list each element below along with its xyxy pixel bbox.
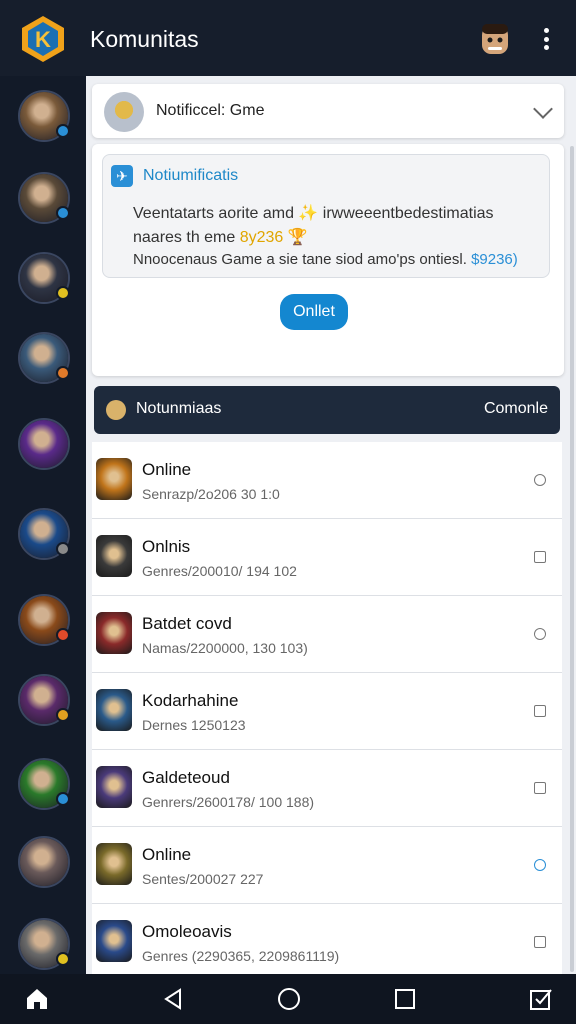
notification-card[interactable]: ✈ Notiumificatis Veentatarts aorite amd …: [102, 154, 550, 278]
trophy-icon: [104, 92, 144, 132]
game-thumbnail: [96, 612, 132, 654]
game-list-item[interactable]: Batdet covd Namas/2200000, 130 103): [92, 596, 562, 673]
online-button[interactable]: Onllet: [280, 294, 348, 330]
app-logo-icon[interactable]: K: [20, 14, 66, 64]
game-list-item[interactable]: Kodarhahine Dernes 1250123: [92, 673, 562, 750]
notification-line-3-highlight: $9236): [471, 251, 518, 268]
game-list-item[interactable]: Onlnis Genres/200010/ 194 102: [92, 519, 562, 596]
notification-line-2-highlight: 8y236 🏆: [239, 229, 308, 246]
back-icon[interactable]: [160, 986, 186, 1012]
game-title: Kodarhahine: [142, 691, 239, 710]
home-icon[interactable]: [24, 986, 50, 1012]
game-subtitle: Namas/2200000, 130 103): [142, 640, 308, 656]
community-sidebar: [0, 76, 86, 974]
status-badge: [56, 206, 70, 220]
game-thumbnail: [96, 689, 132, 731]
gunner-avatar[interactable]: [18, 172, 70, 224]
game-title: Omoleoavis: [142, 922, 232, 941]
game-subtitle: Sentes/200027 227: [142, 871, 264, 887]
status-badge: [56, 286, 70, 300]
mech-avatar[interactable]: [18, 918, 70, 970]
avatar-image: [20, 838, 68, 886]
status-badge: [56, 792, 70, 806]
notification-title: Notiumificatis: [143, 167, 239, 184]
avatar-image: [20, 420, 68, 468]
game-subtitle: Dernes 1250123: [142, 717, 246, 733]
game-subtitle: Genres (2290365, 2209861119): [142, 948, 340, 964]
game-action-search-icon[interactable]: [534, 474, 546, 486]
system-navigation-bar: [0, 974, 576, 1024]
game-subtitle: Genres/200010/ 194 102: [142, 563, 297, 579]
fire-warrior-avatar[interactable]: [18, 594, 70, 646]
main-content: Notificcel: Gme ✈ Notiumificatis Veentat…: [86, 76, 576, 974]
game-action-square-icon[interactable]: [534, 551, 546, 563]
status-badge: [56, 628, 70, 642]
svg-text:K: K: [35, 27, 51, 52]
circle-home-icon[interactable]: [276, 986, 302, 1012]
game-list-item[interactable]: Omoleoavis Genres (2290365, 2209861119): [92, 904, 562, 974]
emoji-face-icon: [106, 400, 126, 420]
armored-avatar[interactable]: [18, 836, 70, 888]
checkbox-icon[interactable]: [528, 986, 554, 1012]
game-action-square-icon[interactable]: [534, 936, 546, 948]
game-subtitle: Senrazp/2o206 30 1:0: [142, 486, 280, 502]
notification-line-2-text: naares th eme: [133, 229, 240, 246]
warrior-avatar[interactable]: [18, 90, 70, 142]
notification-dropdown[interactable]: Notificcel: Gme: [92, 84, 564, 138]
green-beast-avatar[interactable]: [18, 758, 70, 810]
game-title: Batdet covd: [142, 614, 232, 633]
notification-line-3-text: Nnoocenaus Game a sie tane siod amo'ps o…: [133, 251, 472, 268]
notification-panel: ✈ Notiumificatis Veentatarts aorite amd …: [92, 144, 564, 376]
game-thumbnail: [96, 535, 132, 577]
purple-flame-avatar[interactable]: [18, 418, 70, 470]
notification-line-2: naares th eme 8y236 🏆: [133, 227, 308, 247]
blue-ring-avatar[interactable]: [18, 508, 70, 560]
game-thumbnail: [96, 766, 132, 808]
section-header: Notunmiaas Comonle: [94, 386, 560, 434]
status-badge: [56, 542, 70, 556]
game-title: Galdeteoud: [142, 768, 230, 787]
section-title: Notunmiaas: [136, 400, 222, 417]
notification-line-3: Nnoocenaus Game a sie tane siod amo'ps o…: [133, 251, 518, 268]
dark-knight-avatar[interactable]: [18, 252, 70, 304]
game-list-item[interactable]: Online Sentes/200027 227: [92, 827, 562, 904]
game-action-square-icon[interactable]: [534, 705, 546, 717]
overflow-menu-icon[interactable]: [538, 24, 554, 54]
game-title: Online: [142, 845, 192, 864]
top-app-bar: K Komunitas: [0, 0, 576, 76]
game-subtitle: Genrers/2600178/ 100 188): [142, 794, 315, 810]
game-action-timer-icon[interactable]: [534, 859, 546, 871]
game-thumbnail: [96, 920, 132, 962]
game-thumbnail: [96, 458, 132, 500]
game-action-square-icon[interactable]: [534, 782, 546, 794]
game-list-item[interactable]: Galdeteoud Genrers/2600178/ 100 188): [92, 750, 562, 827]
status-badge: [56, 708, 70, 722]
notification-icon: ✈: [111, 165, 133, 187]
section-action-link[interactable]: Comonle: [484, 400, 548, 418]
game-list: Online Senrazp/2o206 30 1:0 Onlnis Genres/2…: [92, 442, 562, 974]
app-title: Komunitas: [90, 26, 199, 52]
notification-dropdown-label: Notificcel: Gme: [156, 102, 265, 119]
game-title: Online: [142, 460, 192, 479]
status-badge: [56, 124, 70, 138]
mage-avatar[interactable]: [18, 332, 70, 384]
game-list-item[interactable]: Online Senrazp/2o206 30 1:0: [92, 442, 562, 519]
shadow-avatar[interactable]: [18, 674, 70, 726]
chevron-down-icon[interactable]: [533, 99, 553, 119]
status-badge: [56, 952, 70, 966]
game-action-circle-icon[interactable]: [534, 628, 546, 640]
profile-avatar-icon[interactable]: [478, 20, 512, 58]
status-badge: [56, 366, 70, 380]
recent-apps-icon[interactable]: [392, 986, 418, 1012]
notification-line-1: Veentatarts aorite amd ✨ irwweeentbedest…: [133, 205, 494, 222]
game-thumbnail: [96, 843, 132, 885]
scrollbar[interactable]: [570, 146, 574, 972]
game-title: Onlnis: [142, 537, 191, 556]
